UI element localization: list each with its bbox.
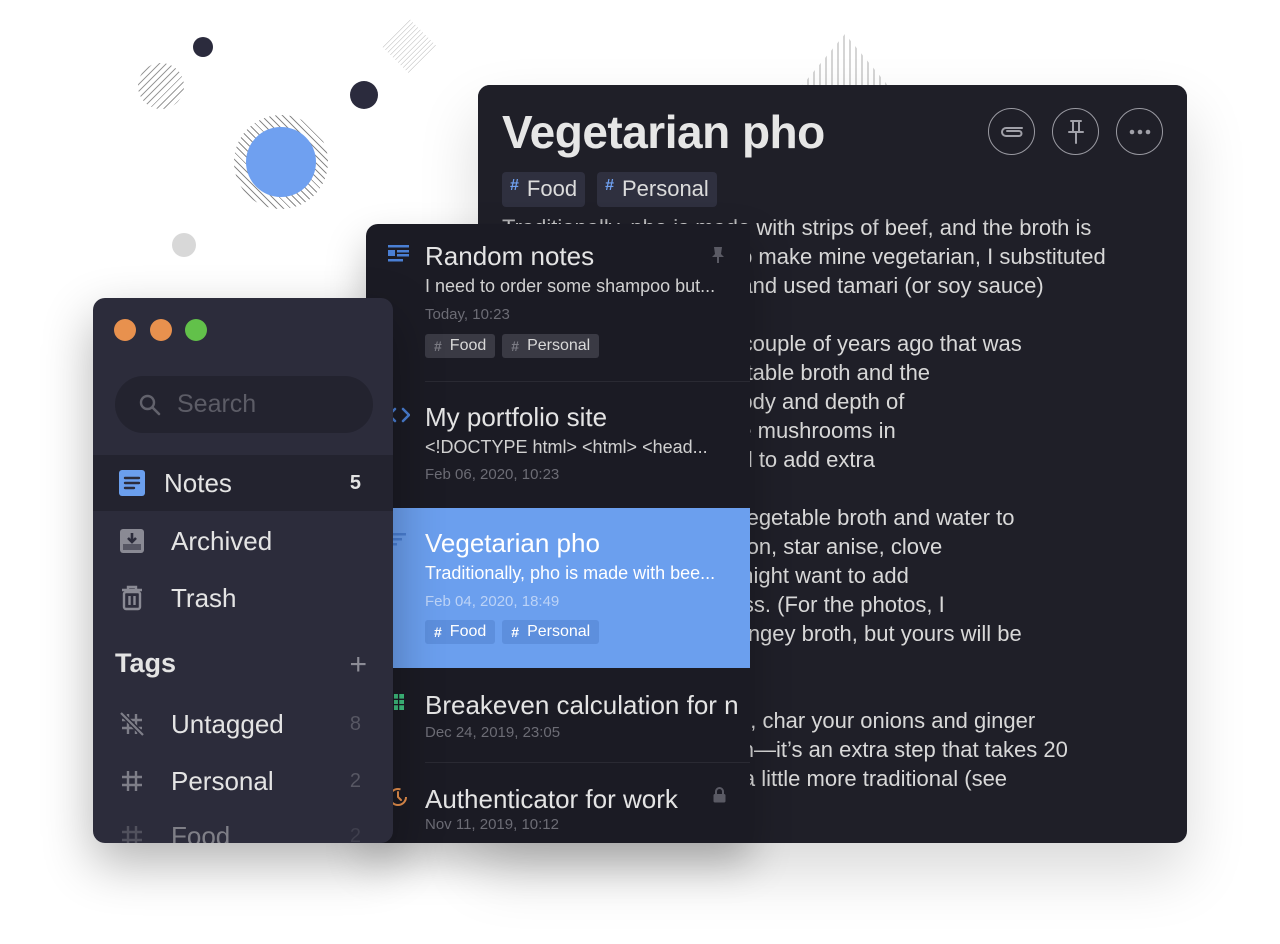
- note-tag-personal[interactable]: # Personal: [597, 172, 717, 207]
- window-maximize-button[interactable]: [185, 319, 207, 341]
- note-text-icon: [388, 245, 409, 262]
- sidebar-item-label: Archived: [171, 525, 273, 556]
- sidebar-item-count: 2: [349, 769, 361, 792]
- note-tag[interactable]: # Personal: [502, 620, 600, 644]
- pin-button[interactable]: [1052, 108, 1099, 155]
- note-list-item[interactable]: Random notes I need to order some shampo…: [366, 224, 750, 382]
- window-close-button[interactable]: [114, 319, 136, 341]
- note-title: Random notes: [425, 241, 595, 271]
- note-list-item-selected[interactable]: Vegetarian pho Traditionally, pho is mad…: [388, 508, 750, 668]
- note-tag[interactable]: # Food: [425, 334, 496, 358]
- note-title[interactable]: Vegetarian pho: [502, 105, 825, 159]
- sidebar-item-label: Notes: [164, 467, 232, 498]
- hash-icon: #: [605, 177, 614, 194]
- decor-dark-dot: [350, 81, 378, 109]
- note-list-item[interactable]: My portfolio site <!DOCTYPE html> <html>…: [366, 382, 750, 508]
- note-date: Feb 04, 2020, 18:49: [425, 593, 560, 610]
- note-title: Authenticator for work: [425, 784, 678, 814]
- note-title: Breakeven calculation for n: [425, 690, 739, 720]
- sidebar-tag-food[interactable]: Food 2: [93, 808, 393, 843]
- decor-hatched-circle: [138, 63, 184, 109]
- tag-label: Personal: [527, 337, 591, 354]
- decor-blue-dot: [246, 127, 316, 197]
- sidebar-tag-untagged[interactable]: Untagged 8: [93, 696, 393, 752]
- sidebar-item-label: Food: [171, 820, 231, 844]
- window-minimize-button[interactable]: [150, 319, 172, 341]
- note-title: Vegetarian pho: [425, 528, 600, 558]
- hash-icon: [122, 771, 142, 791]
- tag-label: Food: [526, 176, 578, 201]
- archive-icon: [120, 529, 144, 553]
- paperclip-icon: [1000, 126, 1023, 137]
- note-tags: # Food # Personal: [502, 172, 717, 207]
- sidebar-item-count: 8: [349, 712, 361, 735]
- sidebar-item-label: Trash: [171, 582, 237, 613]
- tag-label: Food: [449, 623, 487, 640]
- sidebar-item-trash[interactable]: Trash: [93, 570, 393, 626]
- note-tag[interactable]: # Food: [425, 620, 496, 644]
- sidebar-item-count: 2: [349, 824, 361, 844]
- search-box: [115, 376, 373, 433]
- lock-icon: [713, 787, 726, 803]
- hash-icon: [122, 826, 142, 843]
- hash-icon: #: [434, 338, 442, 354]
- pin-icon: [712, 247, 724, 263]
- untagged-icon: [119, 711, 145, 737]
- note-date: Today, 10:23: [425, 306, 510, 323]
- note-preview: I need to order some shampoo but...: [425, 276, 716, 296]
- stage: Traditionally, pho is made with strips o…: [0, 0, 1280, 944]
- tag-label: Personal: [527, 623, 591, 640]
- more-horizontal-icon: [1129, 129, 1150, 134]
- note-date: Nov 11, 2019, 10:12: [425, 816, 559, 833]
- note-preview: <!DOCTYPE html> <html> <head...: [425, 437, 708, 457]
- sidebar-item-label: Personal: [171, 765, 274, 796]
- sidebar-tag-personal[interactable]: Personal 2: [93, 753, 393, 809]
- note-date: Feb 06, 2020, 10:23: [425, 466, 560, 483]
- sidebar-item-archived[interactable]: Archived: [93, 513, 393, 569]
- note-tag-food[interactable]: # Food: [502, 172, 586, 207]
- hash-icon: #: [510, 177, 519, 194]
- hash-icon: #: [434, 624, 442, 640]
- decor-grey-dot: [172, 233, 196, 257]
- sidebar-item-label: Untagged: [171, 708, 284, 739]
- decor-hatched-diamond: [382, 19, 438, 75]
- note-preview: Traditionally, pho is made with bee...: [425, 563, 716, 583]
- add-tag-button[interactable]: +: [349, 650, 367, 680]
- note-list: Random notes I need to order some shampo…: [366, 224, 750, 843]
- hash-icon: #: [511, 624, 520, 640]
- search-input[interactable]: [177, 390, 357, 419]
- note-list-item[interactable]: Breakeven calculation for n Dec 24, 2019…: [366, 668, 750, 763]
- note-list-item[interactable]: Authenticator for work Nov 11, 2019, 10:…: [366, 763, 750, 843]
- editor-actions: [988, 108, 1163, 155]
- tags-heading: Tags: [115, 648, 177, 678]
- note-tag[interactable]: # Personal: [502, 334, 600, 358]
- more-button[interactable]: [1116, 108, 1163, 155]
- sidebar-window: Notes 5 Archived Trash Tags +: [93, 298, 393, 843]
- attach-button[interactable]: [988, 108, 1035, 155]
- note-tags: # Food # Personal: [425, 620, 600, 644]
- note-title: My portfolio site: [425, 402, 608, 432]
- notes-icon: [119, 470, 145, 496]
- pin-icon: [1067, 119, 1084, 144]
- trash-icon: [122, 585, 142, 611]
- note-date: Dec 24, 2019, 23:05: [425, 724, 561, 741]
- decor-dark-dot: [193, 37, 213, 57]
- sidebar-item-notes[interactable]: Notes 5: [93, 455, 393, 511]
- note-tags: # Food # Personal: [425, 334, 600, 358]
- tag-label: Food: [449, 337, 487, 354]
- tag-label: Personal: [621, 176, 709, 201]
- search-icon: [139, 394, 161, 415]
- hash-icon: #: [511, 338, 520, 354]
- sidebar-item-count: 5: [349, 471, 361, 494]
